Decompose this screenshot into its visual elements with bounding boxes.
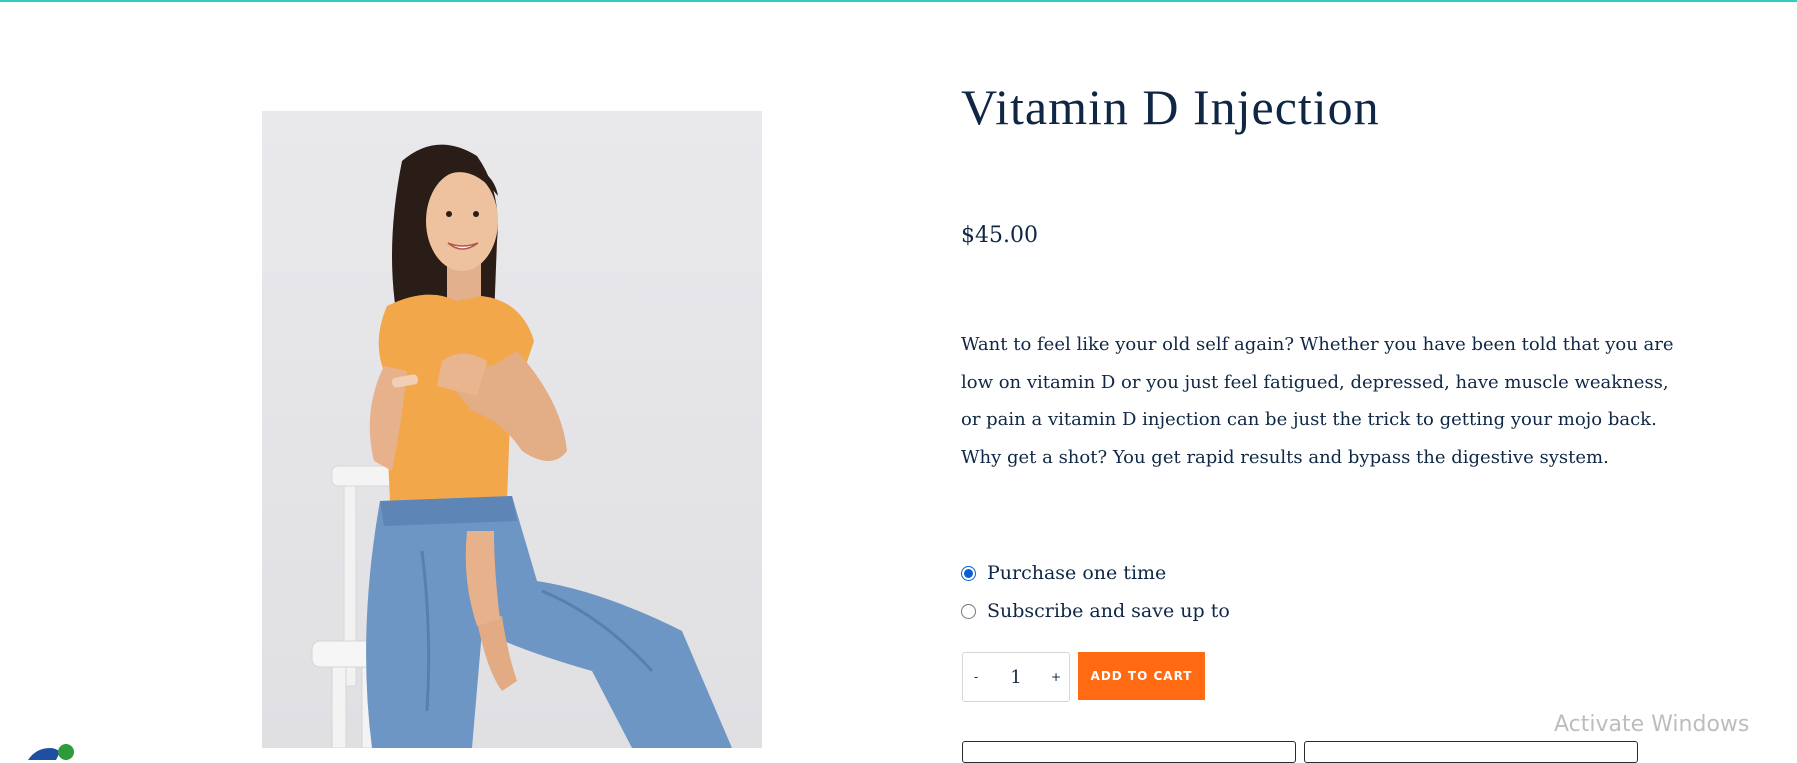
purchase-one-time-option[interactable]: Purchase one time: [961, 562, 1166, 584]
description-line: Want to feel like your old self again? W…: [961, 334, 1674, 355]
quantity-increase-button[interactable]: +: [1043, 670, 1069, 684]
product-image[interactable]: [262, 111, 762, 748]
product-photo-illustration: [311, 144, 732, 748]
subscribe-label[interactable]: Subscribe and save up to: [987, 600, 1230, 622]
quantity-stepper[interactable]: - 1 +: [962, 652, 1070, 702]
purchase-one-time-radio[interactable]: [961, 565, 976, 581]
product-title: Vitamin D Injection: [961, 79, 1380, 135]
site-logo-icon: [28, 744, 74, 760]
quantity-decrease-button[interactable]: -: [963, 670, 989, 684]
top-border-line: [0, 0, 1797, 2]
secondary-action-button[interactable]: [1304, 741, 1638, 763]
activate-windows-watermark: Activate Windows: [1554, 712, 1750, 737]
product-description: Want to feel like your old self again? W…: [961, 326, 1674, 476]
description-line: or pain a vitamin D injection can be jus…: [961, 409, 1657, 430]
product-price: $45.00: [961, 223, 1038, 248]
purchase-one-time-label[interactable]: Purchase one time: [987, 562, 1166, 584]
description-line: low on vitamin D or you just feel fatigu…: [961, 371, 1669, 393]
secondary-action-button[interactable]: [962, 741, 1296, 763]
description-line: Why get a shot? You get rapid results an…: [961, 446, 1609, 468]
subscribe-radio[interactable]: [961, 603, 976, 619]
add-to-cart-button[interactable]: ADD TO CART: [1078, 652, 1205, 700]
quantity-value[interactable]: 1: [989, 667, 1043, 688]
subscribe-option[interactable]: Subscribe and save up to: [961, 600, 1230, 622]
